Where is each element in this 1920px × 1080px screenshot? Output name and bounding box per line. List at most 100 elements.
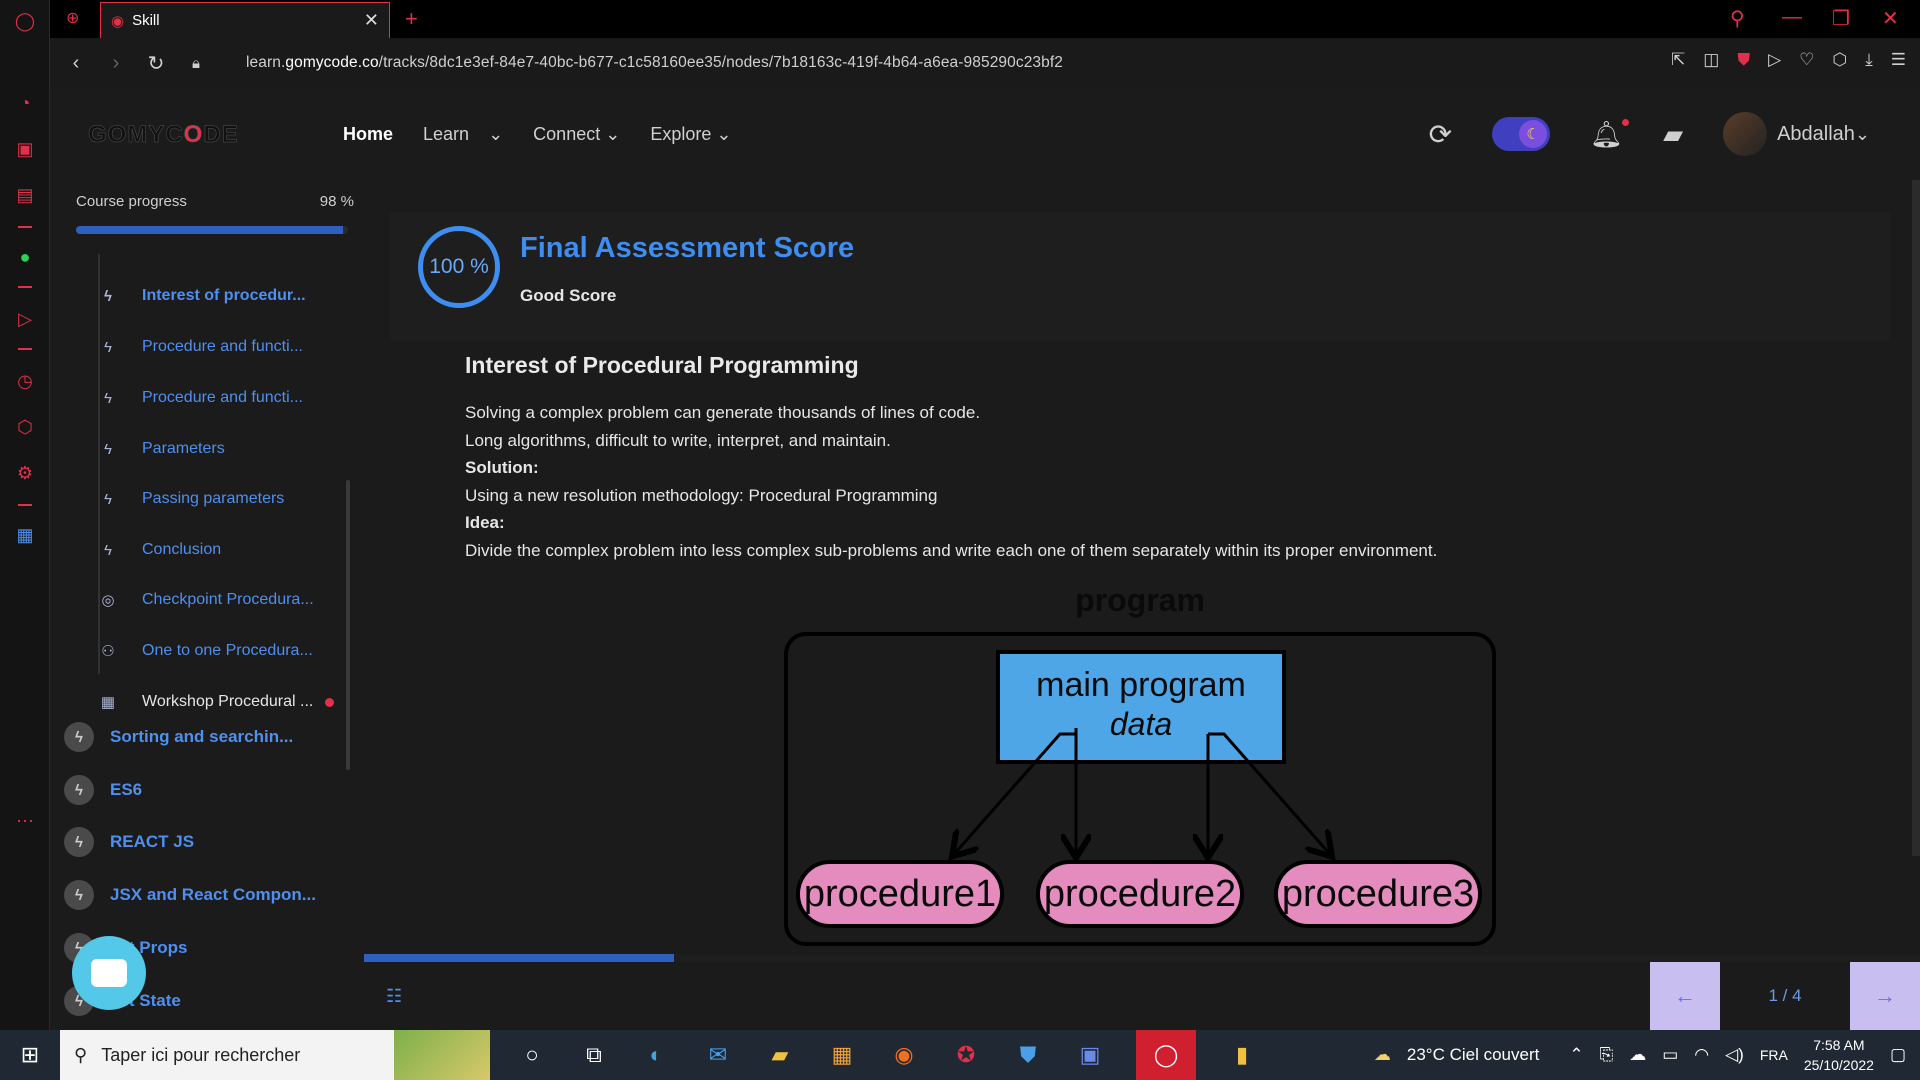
gamepad-icon[interactable]: ⊕	[66, 8, 79, 28]
settings-icon[interactable]: ⚙	[12, 460, 38, 486]
edge-icon[interactable]: ◐	[640, 1042, 672, 1068]
lesson-label: Parameters	[142, 440, 225, 457]
extensions-icon[interactable]: ⬡	[12, 414, 38, 440]
task-view-icon[interactable]: ⧉	[578, 1042, 610, 1068]
previous-button[interactable]: ←	[1650, 962, 1720, 1030]
content-scrollbar[interactable]	[1912, 180, 1920, 856]
tab-title: Skill	[132, 12, 160, 29]
opera-taskbar-icon[interactable]: ◯	[1136, 1030, 1196, 1080]
nav-learn[interactable]: Learn ⌄	[423, 124, 503, 145]
lesson-item[interactable]: ϟ Conclusion	[96, 535, 221, 565]
weather-text[interactable]: 23°C Ciel couvert	[1407, 1045, 1539, 1065]
dark-mode-toggle[interactable]: ☾	[1492, 117, 1551, 151]
lesson-item[interactable]: ϟ Interest of procedur...	[96, 281, 306, 311]
onedrive-icon[interactable]: ☁	[1629, 1045, 1646, 1065]
unread-dot	[325, 697, 335, 707]
outline-list-icon[interactable]: ☷	[386, 986, 402, 1007]
restore-icon[interactable]: ❐	[1832, 6, 1850, 31]
arrow-right-icon: →	[1874, 983, 1896, 1008]
chat-support-button[interactable]	[72, 936, 146, 1010]
board-icon: ▦	[100, 694, 116, 711]
notification-bell-icon[interactable]: 🔔︎	[1590, 118, 1630, 150]
translate-icon[interactable]: ▦	[12, 522, 38, 548]
speed-dial-icon[interactable]: ◔	[12, 90, 38, 116]
new-tab-icon[interactable]: +	[405, 6, 418, 32]
vpn-shield-icon[interactable]: ⛊	[1737, 50, 1750, 70]
module-item[interactable]: ϟ REACT JS	[64, 825, 194, 859]
chevron-down-icon: ⌄	[605, 124, 621, 144]
mail-icon[interactable]: ✉	[702, 1042, 734, 1068]
language-indicator[interactable]: FRA	[1760, 1047, 1788, 1063]
windows-start-icon[interactable]: ⊞	[0, 1042, 60, 1068]
opera-logo-icon[interactable]: ◯	[12, 8, 38, 34]
volume-icon[interactable]: ◁)	[1725, 1045, 1744, 1065]
chevron-up-icon[interactable]: ⌃	[1569, 1045, 1583, 1065]
player-icon[interactable]: ▷	[12, 306, 38, 332]
user-menu[interactable]: Abdallah ⌄	[1723, 112, 1870, 156]
lesson-item[interactable]: ⚇ One to one Procedura...	[96, 636, 313, 666]
send-icon[interactable]: ▷	[1768, 50, 1781, 70]
firefox-icon[interactable]: ◉	[888, 1042, 920, 1068]
store-icon[interactable]: ▦	[826, 1042, 858, 1068]
nav-learn-label: Learn	[423, 124, 470, 144]
file-explorer-icon[interactable]: ▰	[764, 1042, 796, 1068]
bolt-icon: ϟ	[104, 490, 112, 508]
solution-label: Solution:	[465, 458, 539, 477]
course-progress-bar	[76, 226, 348, 234]
nav-connect[interactable]: Connect ⌄	[533, 124, 620, 145]
module-item[interactable]: ϟ ES6	[64, 773, 142, 807]
lesson-item[interactable]: ◎ Checkpoint Procedura...	[96, 585, 313, 615]
close-window-icon[interactable]: ✕	[1882, 6, 1899, 31]
clock[interactable]: 7:58 AM 25/10/2022	[1804, 1035, 1874, 1075]
lesson-item[interactable]: ϟ Procedure and functi...	[96, 332, 303, 362]
clock-date: 25/10/2022	[1803, 1057, 1874, 1073]
minimize-icon[interactable]: —	[1782, 6, 1802, 29]
module-label: JSX and React Compon...	[110, 885, 316, 904]
tray-app-icon[interactable]: ⎘	[1600, 1045, 1614, 1065]
sidebar-scrollbar[interactable]	[346, 480, 350, 770]
messages-icon[interactable]: ▰	[1663, 119, 1683, 150]
defender-icon[interactable]: ⛊	[1012, 1042, 1044, 1068]
sync-icon[interactable]: ⟳	[1429, 118, 1452, 151]
url-field[interactable]: learn.gomycode.co/tracks/8dc1e3ef-84e7-4…	[246, 54, 1063, 72]
lesson-item[interactable]: ϟ Procedure and functi...	[96, 383, 303, 413]
close-tab-icon[interactable]: ✕	[364, 10, 379, 31]
wifi-icon[interactable]: ◠	[1694, 1045, 1709, 1065]
forward-icon[interactable]: ›	[96, 52, 136, 75]
module-label: REACT JS	[110, 832, 195, 851]
browser-tab[interactable]: ◉ Skill ✕	[100, 2, 390, 38]
app-icon[interactable]: ▣	[1074, 1042, 1106, 1068]
battery-icon[interactable]: ▭	[1662, 1045, 1678, 1065]
lesson-item[interactable]: ϟ Parameters	[96, 434, 225, 464]
cube-icon[interactable]: ⬡	[1832, 50, 1847, 70]
lesson-item[interactable]: ▦ Workshop Procedural ...	[96, 687, 335, 717]
folder-icon[interactable]: ▮	[1226, 1042, 1258, 1068]
camera-icon[interactable]: ◫	[1703, 50, 1719, 70]
easy-setup-icon[interactable]: ☰	[1891, 50, 1906, 70]
twitch-icon[interactable]: ▤	[12, 182, 38, 208]
next-button[interactable]: →	[1850, 962, 1920, 1030]
address-bar-actions: ⇱ ◫ ⛊ ▷ ♡ ⬡ ⤓ ☰	[1671, 50, 1906, 70]
history-icon[interactable]: ◷	[12, 368, 38, 394]
cortana-icon[interactable]: ○	[516, 1042, 548, 1068]
module-item[interactable]: ϟ JSX and React Compon...	[64, 878, 316, 912]
download-icon[interactable]: ⤓	[1865, 50, 1873, 70]
action-center-icon[interactable]: ▢	[1890, 1045, 1906, 1065]
search-tabs-icon[interactable]: ⚲	[1730, 6, 1745, 31]
lesson-item[interactable]: ϟ Passing parameters	[96, 484, 284, 514]
gomycode-logo[interactable]: GOMYCODE	[88, 121, 239, 149]
more-icon[interactable]: ⋯	[12, 808, 38, 834]
reload-icon[interactable]: ↻	[136, 51, 176, 76]
taskbar-search[interactable]: ⚲ Taper ici pour rechercher	[60, 1030, 490, 1080]
heart-icon[interactable]: ♡	[1799, 50, 1814, 70]
shop-icon[interactable]: ▣	[12, 136, 38, 162]
nav-explore[interactable]: Explore ⌄	[650, 124, 731, 145]
share-icon[interactable]: ⇱	[1671, 50, 1685, 70]
module-item[interactable]: ϟ Sorting and searchin...	[64, 720, 293, 754]
clock-time: 7:58 AM	[1813, 1037, 1865, 1053]
antivirus-icon[interactable]: ✪	[950, 1042, 982, 1068]
whatsapp-icon[interactable]: ●	[12, 244, 38, 270]
back-icon[interactable]: ‹	[56, 52, 96, 75]
lock-icon[interactable]: 🔒︎	[176, 55, 216, 72]
nav-home[interactable]: Home	[343, 124, 393, 145]
